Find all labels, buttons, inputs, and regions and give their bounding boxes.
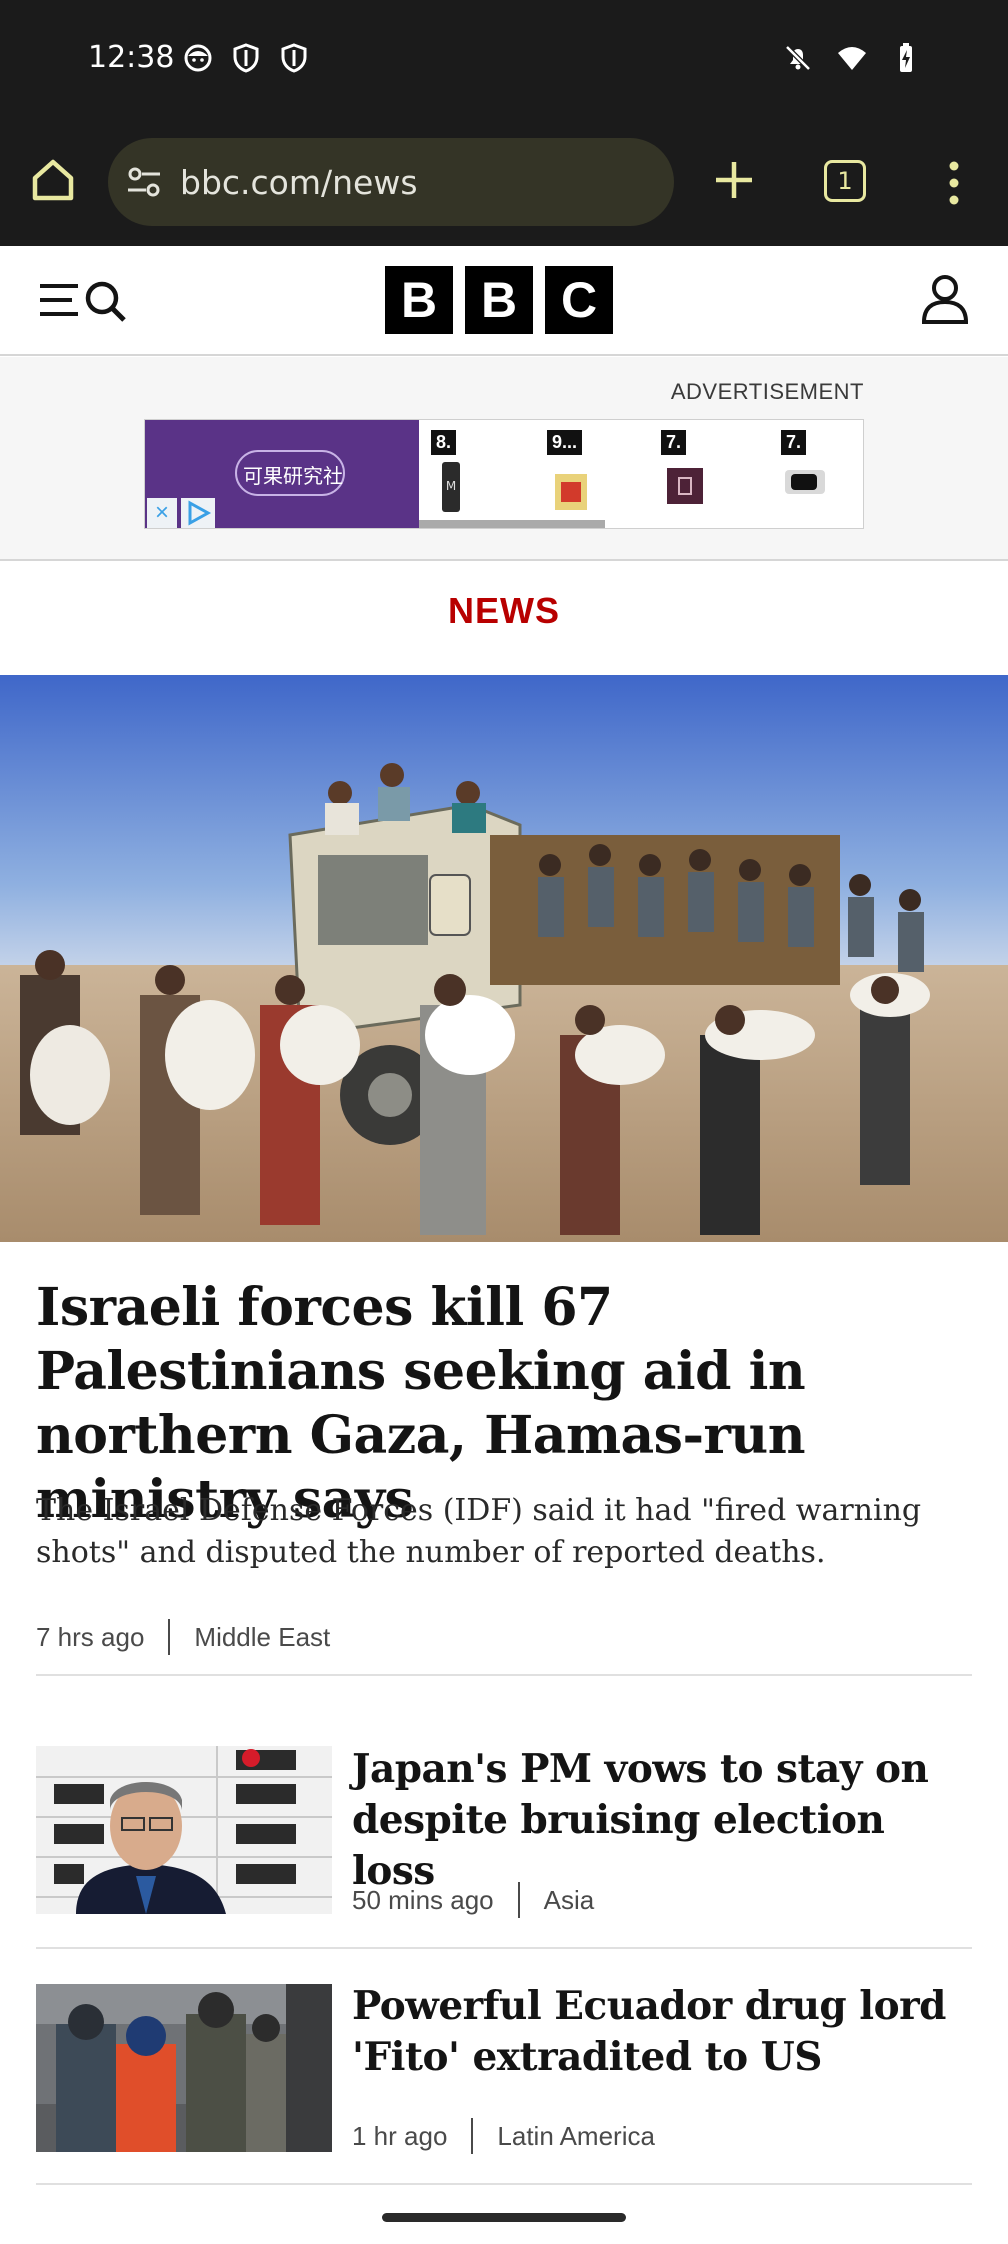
account-icon[interactable] [918,272,972,326]
product-box-icon [555,474,587,510]
tune-icon[interactable] [124,162,164,202]
story-divider [36,2183,972,2185]
ad-close-icon[interactable]: × [147,498,177,528]
story-divider [36,1947,972,1949]
category-link[interactable]: Middle East [194,1622,330,1653]
menu-icon [40,284,78,316]
lead-story-summary[interactable]: The Israel Defense Forces (IDF) said it … [36,1490,956,1574]
more-vert-icon[interactable] [936,158,972,208]
status-bar: 12:38 [0,0,1008,120]
home-icon[interactable] [28,154,78,204]
bbc-logo[interactable]: B B C [385,266,613,334]
category-link[interactable]: Asia [544,1885,595,1916]
wifi-icon [838,47,866,70]
product-box-icon [667,468,703,504]
product-bottle-icon: M [442,462,460,512]
ad-choices-icon[interactable] [181,498,215,528]
ad-product-rank: 7. [781,430,807,455]
ad-product[interactable]: 8. M [431,430,541,520]
ad-scroll-indicator [419,520,605,528]
status-time: 12:38 [88,40,175,75]
ad-brand-panel[interactable]: 可果研究社 × [145,420,419,528]
aid-truck-crowd-photo [0,675,1008,1242]
battery-charging-icon [900,43,912,72]
ad-brand-text: 可果研究社 [243,464,343,488]
election-board-photo [36,1746,332,1914]
story-headline[interactable]: Japan's PM vows to stay on despite bruis… [352,1744,972,1897]
section-title[interactable]: NEWS [0,590,1008,632]
status-system-icons [782,42,922,74]
extradition-photo [36,1984,332,2152]
menu-search-button[interactable] [38,276,130,326]
story-divider [36,1674,972,1676]
ad-product-rank: 7. [661,430,687,455]
lead-story-image[interactable] [0,675,1008,1242]
shield-icon [233,43,259,73]
shield-icon [281,43,307,73]
browser-toolbar: bbc.com/news 1 [0,120,1008,246]
mute-icon [785,45,811,71]
meta-separator [517,1882,520,1918]
story-headline[interactable]: Powerful Ecuador drug lord 'Fito' extrad… [352,1981,972,2083]
status-notification-icons [182,42,310,74]
url-text[interactable]: bbc.com/news [180,163,418,202]
face-notification-icon [184,44,212,72]
timestamp: 1 hr ago [352,2120,448,2151]
lead-story-meta: 7 hrs ago Middle East [36,1619,330,1655]
ad-product[interactable]: 7. [661,430,771,520]
search-icon [85,281,126,322]
advertisement-banner[interactable]: 可果研究社 × 8. M 9... 7. 7. [144,419,864,529]
bbc-logo-letter: B [465,266,533,334]
meta-separator [168,1619,171,1655]
tab-count: 1 [837,167,853,195]
story-meta: 50 mins ago Asia [352,1882,594,1918]
bbc-logo-letter: B [385,266,453,334]
ad-product[interactable]: 9... [547,430,657,520]
gesture-navigation-handle[interactable] [382,2213,626,2222]
ad-product[interactable]: 7. [781,430,863,520]
bbc-logo-letter: C [545,266,613,334]
story-meta: 1 hr ago Latin America [352,2118,655,2154]
tab-switcher-button[interactable]: 1 [824,160,866,202]
meta-separator [471,2118,474,2154]
timestamp: 7 hrs ago [36,1621,145,1652]
story-thumbnail[interactable] [36,1984,332,2152]
ad-product-rank: 9... [547,430,583,455]
story-thumbnail[interactable] [36,1746,332,1914]
advertisement-area: ADVERTISEMENT 可果研究社 × 8. M 9... 7. 7. [0,357,1008,561]
product-case-icon [785,470,825,494]
address-bar[interactable]: bbc.com/news [108,138,674,226]
site-header: B B C [0,246,1008,356]
category-link[interactable]: Latin America [497,2121,655,2152]
timestamp: 50 mins ago [352,1884,494,1915]
advertisement-label: ADVERTISEMENT [670,379,864,404]
svg-text:M: M [446,479,456,493]
plus-icon[interactable] [710,156,758,204]
ad-product-rank: 8. [431,430,457,455]
